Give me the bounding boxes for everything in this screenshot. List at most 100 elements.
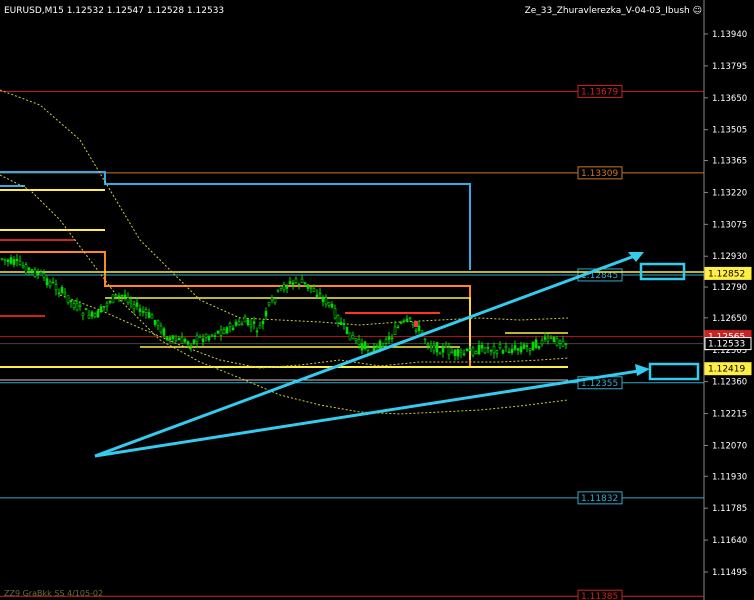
candle-body [195,335,199,343]
candle-body [189,345,193,347]
candle-body [207,336,211,341]
candle-body [66,295,70,303]
candle-body [405,318,409,322]
candle-body [114,294,118,297]
candle-body [507,351,511,354]
candle-body [60,286,64,293]
candle-body [240,323,244,326]
candle-body [156,320,160,326]
candle-body [198,335,202,338]
candle-body [495,350,499,354]
candle-body [294,278,298,284]
candle-body [417,325,421,331]
candle-body [546,337,550,342]
candle-body [531,341,535,351]
candle-body [69,300,73,303]
candle-body [204,333,208,338]
candle-body [171,335,175,339]
candle-body [300,278,304,283]
candle-body [501,350,505,354]
candle-body [318,292,322,295]
price-tick-label: 1.11785 [712,504,747,514]
candle-body [333,308,337,319]
candle-body [33,269,37,277]
candle-body [87,314,91,319]
candle-body [30,269,34,271]
candle-body [192,339,196,344]
candle-body [225,327,229,334]
candle-body [354,338,358,342]
candle-body [471,347,475,356]
level-label: 1.11832 [581,494,618,504]
candle-body [93,313,97,317]
candle-body [510,348,514,353]
candle-body [393,326,397,335]
candle-body [462,353,466,356]
candle-body [273,298,277,304]
candle-body [129,300,133,304]
candle-body [498,344,502,349]
signal-marker [414,321,418,327]
candle-body [423,338,427,341]
candle-body [564,343,568,345]
level-label: 1.13309 [581,169,618,179]
candle-body [291,282,295,285]
candle-body [441,346,445,353]
candle-body [216,330,220,334]
candle-body [483,347,487,354]
price-tick-label: 1.13795 [712,62,747,72]
price-chart[interactable]: 1.13940 1.13795 1.13650 1.13505 1.13365 1.132… [0,0,754,600]
candle-body [0,258,4,260]
candle-body [150,314,154,319]
candle-body [105,302,109,307]
candle-body [63,291,67,295]
candle-body [522,344,526,349]
candle-body [387,336,391,340]
candle-body [84,308,88,311]
candle-body [132,304,136,310]
candle-body [558,340,562,344]
price-tick-label: 1.12930 [712,252,747,262]
price-tick-label: 1.12360 [712,378,747,388]
candle-body [147,312,151,318]
candle-body [468,349,472,351]
arrow-line-upper[interactable] [94,252,641,458]
price-tick-label: 1.13650 [712,94,747,104]
price-tick-label: 1.12790 [712,283,747,293]
candle-body [99,306,103,313]
candle-body [348,332,352,341]
price-tag-label: 1.12419 [708,365,745,375]
candle-body [138,308,142,312]
candle-body [126,297,130,303]
candle-body [285,286,289,289]
candle-body [15,259,19,262]
candle-body [465,348,469,351]
price-tick-label: 1.13505 [712,126,747,136]
candle-body [366,347,370,351]
candle-body [321,296,325,302]
candle-body [411,322,415,325]
candle-body [39,271,43,274]
target-box-lower[interactable] [648,362,700,381]
candle-body [180,337,184,344]
candle-body [336,315,340,324]
candle-body [201,338,205,342]
candle-body [234,321,238,326]
candle-body [540,340,544,345]
candle-body [261,320,265,325]
chart-window[interactable]: 1.13940 1.13795 1.13650 1.13505 1.13365 1.132… [0,0,754,600]
candle-body [489,349,493,352]
price-tag-label: 1.12533 [708,340,745,350]
candle-body [186,341,190,345]
candle-body [276,289,280,292]
candle-body [243,316,247,323]
candle-body [24,264,28,274]
candle-body [267,302,271,306]
price-tick-label: 1.13220 [712,188,747,198]
indicator-name-label: Ze_33_Zhuravlerezka_V-04-03_Ibush [524,6,690,16]
candle-body [450,351,454,354]
candle-body [555,338,559,346]
candle-body [18,260,22,265]
candle-body [27,267,31,271]
candle-body [561,340,565,347]
